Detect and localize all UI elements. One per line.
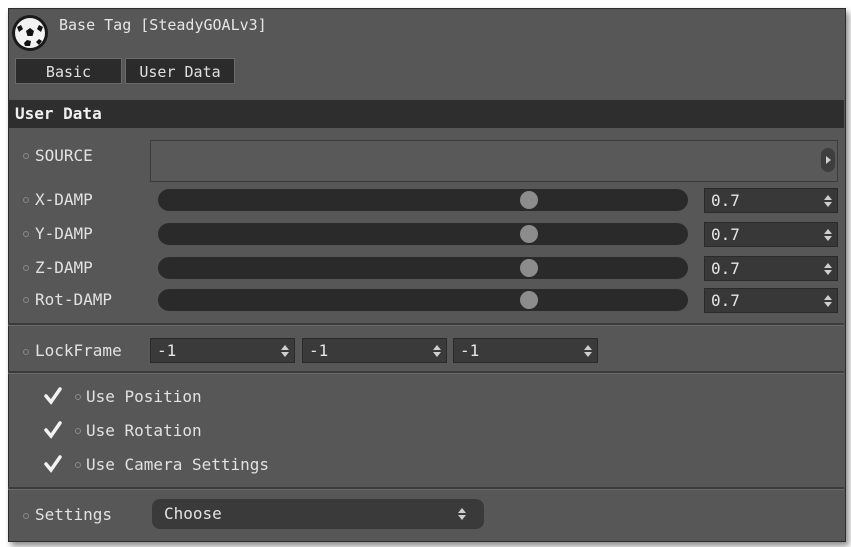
checkbox-checked-icon[interactable] [44,387,62,405]
spinner-arrows-icon[interactable] [823,293,833,309]
settings-dropdown[interactable]: Choose [152,499,484,529]
lockframe-value: -1 [157,341,177,360]
checkbox-checked-icon[interactable] [44,421,62,439]
dropdown-arrows-icon [458,508,466,520]
lockframe-field-2[interactable]: -1 [302,338,447,363]
separator [8,323,844,326]
lockframe-label: LockFrame [35,341,122,360]
lockframe-field-1[interactable]: -1 [150,338,295,363]
slider-knob[interactable] [520,291,538,309]
animate-dot-icon[interactable] [23,197,29,203]
settings-selected-value: Choose [164,504,222,523]
animate-dot-icon[interactable] [23,231,29,237]
damp-value: 0.7 [711,225,740,244]
option-label: Use Position [86,387,202,406]
source-label: SOURCE [35,146,93,165]
damp-slider[interactable] [158,223,688,245]
separator [8,371,844,374]
damp-value-field[interactable]: 0.7 [704,256,838,281]
tab-user-data[interactable]: User Data [125,58,235,84]
option-label: Use Rotation [86,421,202,440]
damp-value-field[interactable]: 0.7 [704,222,838,247]
lockframe-field-3[interactable]: -1 [453,338,598,363]
slider-knob[interactable] [520,259,538,277]
animate-dot-icon[interactable] [23,297,29,303]
soccer-ball-icon [12,15,48,51]
spinner-arrows-icon[interactable] [280,343,290,359]
section-header-user-data: User Data [8,100,844,128]
spinner-arrows-icon[interactable] [823,261,833,277]
animate-dot-icon[interactable] [23,153,29,159]
damp-value: 0.7 [711,291,740,310]
animate-dot-icon[interactable] [23,265,29,271]
spinner-arrows-icon[interactable] [823,227,833,243]
damp-slider[interactable] [158,257,688,279]
source-arrow-button[interactable] [821,148,835,172]
settings-label: Settings [35,505,113,524]
damp-slider[interactable] [158,289,688,311]
damp-value-field[interactable]: 0.7 [704,288,838,313]
animate-dot-icon[interactable] [75,428,81,434]
damp-label: Y-DAMP [35,224,93,243]
damp-value: 0.7 [711,259,740,278]
damp-value: 0.7 [711,191,740,210]
lockframe-value: -1 [309,341,329,360]
slider-knob[interactable] [520,225,538,243]
damp-value-field[interactable]: 0.7 [704,188,838,213]
spinner-arrows-icon[interactable] [823,193,833,209]
tab-basic[interactable]: Basic [15,58,122,84]
damp-label: X-DAMP [35,190,93,209]
option-label: Use Camera Settings [86,455,270,474]
lockframe-value: -1 [460,341,480,360]
animate-dot-icon[interactable] [23,349,29,355]
spinner-arrows-icon[interactable] [432,343,442,359]
animate-dot-icon[interactable] [75,462,81,468]
checkbox-checked-icon[interactable] [44,455,62,473]
animate-dot-icon[interactable] [75,394,81,400]
source-link-field[interactable] [150,140,838,182]
animate-dot-icon[interactable] [23,513,29,519]
slider-knob[interactable] [520,191,538,209]
damp-slider[interactable] [158,189,688,211]
damp-label: Rot-DAMP [35,290,113,309]
separator [8,487,844,490]
window-title: Base Tag [SteadyGOALv3] [59,16,267,34]
spinner-arrows-icon[interactable] [583,343,593,359]
damp-label: Z-DAMP [35,258,93,277]
